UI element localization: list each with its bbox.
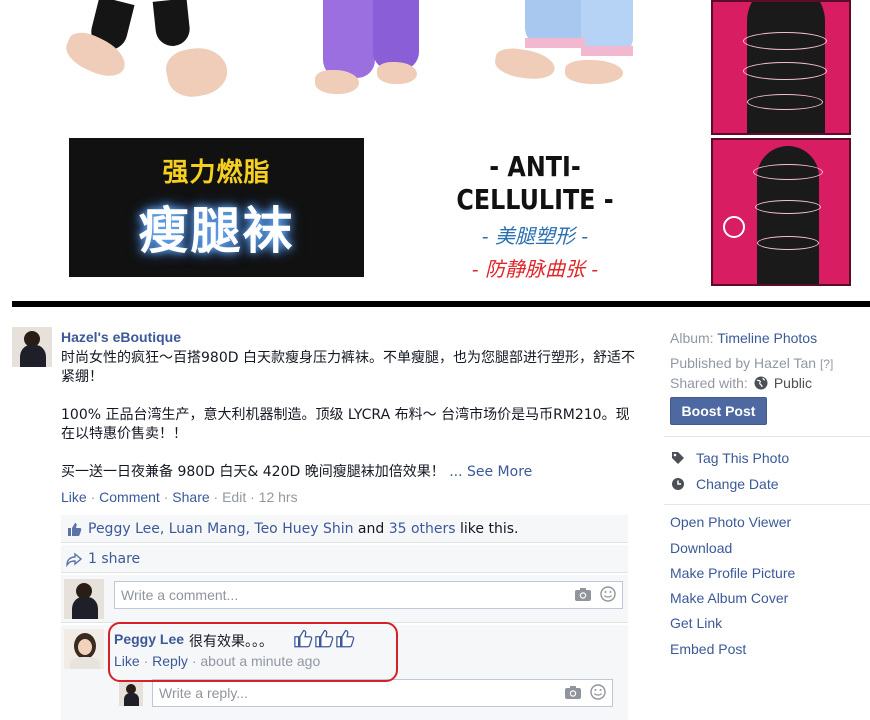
- comment-composer: Write a comment...: [61, 575, 628, 623]
- divider: [664, 504, 870, 505]
- like-this-text: like this.: [460, 521, 519, 537]
- post-text: 时尚女性的疯狂～百搭980D 白天款瘦身压力裤袜。不单瘦腿，也为您腿部进行塑形，…: [61, 349, 641, 482]
- post-paragraph: 时尚女性的疯狂～百搭980D 白天款瘦身压力裤袜。不单瘦腿，也为您腿部进行塑形，…: [61, 350, 635, 385]
- comment-link[interactable]: Comment: [99, 489, 160, 505]
- camera-icon[interactable]: [574, 586, 592, 602]
- post-timestamp[interactable]: 12 hrs: [259, 489, 298, 505]
- published-help-link[interactable]: [?]: [820, 357, 833, 371]
- globe-icon: [754, 376, 768, 390]
- post-action-bar: Like · Comment · Share · Edit · 12 hrs: [61, 489, 298, 505]
- edit-link[interactable]: Edit: [222, 489, 246, 505]
- clock-icon: [672, 478, 684, 490]
- open-photo-viewer-link[interactable]: Open Photo Viewer: [670, 514, 791, 530]
- smiley-icon[interactable]: [600, 586, 616, 602]
- brand-logo-icon: [723, 216, 745, 238]
- smiley-icon[interactable]: [590, 684, 606, 700]
- and-text: and: [357, 521, 385, 537]
- reply-input[interactable]: Write a reply...: [152, 679, 613, 707]
- shares-count-link[interactable]: 1 share: [88, 551, 140, 567]
- share-link[interactable]: Share: [172, 489, 209, 505]
- album-label: Album:: [670, 330, 714, 346]
- photo-divider: [12, 301, 870, 307]
- thumbs-up-icon: [68, 523, 82, 536]
- anti-varicose-subtitle: - 防静脉曲张 -: [471, 257, 599, 281]
- comment-placeholder: Write a comment...: [121, 587, 239, 603]
- album-name-link[interactable]: Timeline Photos: [717, 330, 817, 346]
- make-profile-picture-link[interactable]: Make Profile Picture: [670, 565, 795, 581]
- change-date-label: Change Date: [696, 476, 779, 492]
- separator: ·: [86, 489, 100, 505]
- comment-highlight-ring: [108, 622, 398, 682]
- reply-placeholder: Write a reply...: [159, 685, 248, 701]
- like-link[interactable]: Like: [61, 489, 87, 505]
- shared-with-value[interactable]: Public: [774, 373, 812, 393]
- pink-panel-side-view-image: [711, 138, 851, 286]
- embed-post-link[interactable]: Embed Post: [670, 641, 746, 657]
- separator: ·: [246, 489, 259, 505]
- legs-black-leggings-image: [55, 0, 232, 110]
- download-link[interactable]: Download: [670, 540, 732, 556]
- separator: ·: [209, 489, 223, 505]
- post-paragraph: 100% 正品台湾生产，意大利机器制造。顶级 LYCRA 布料～ 台湾市场价是马…: [61, 407, 630, 442]
- slim-socks-title-panel: 强力燃脂 瘦腿袜: [69, 138, 364, 277]
- pink-panel-back-view-image: [711, 0, 851, 135]
- product-photo[interactable]: 强力燃脂 瘦腿袜 - ANTI-CELLULITE - - 美腿塑形 - - 防…: [0, 0, 870, 300]
- shared-with-label: Shared with:: [670, 375, 748, 391]
- divider: [664, 436, 870, 437]
- legs-purple-socks-image: [255, 0, 435, 110]
- tag-photo-label: Tag This Photo: [696, 450, 790, 466]
- post-last-line: 买一送一日夜兼备 980D 白天& 420D 晚间瘦腿袜加倍效果！: [61, 464, 445, 480]
- tag-icon: [672, 452, 684, 464]
- change-date-item[interactable]: Change Date: [670, 476, 779, 492]
- photo-info-panel: Album: Timeline Photos Published by Haze…: [670, 328, 870, 393]
- likes-summary: Peggy Lee, Luan Mang, Teo Huey Shin and …: [61, 515, 628, 543]
- composer-avatar[interactable]: [64, 579, 104, 619]
- shares-summary: 1 share: [61, 545, 628, 573]
- others-like-link[interactable]: 35 others: [389, 521, 456, 537]
- share-arrow-icon: [66, 552, 82, 567]
- boost-post-button[interactable]: Boost Post: [670, 397, 767, 425]
- likers-names[interactable]: Peggy Lee, Luan Mang, Teo Huey Shin: [88, 521, 353, 537]
- anti-cellulite-text-panel: - ANTI-CELLULITE - - 美腿塑形 - - 防静脉曲张 -: [410, 150, 660, 282]
- panel-line-slim-socks: 瘦腿袜: [138, 202, 295, 260]
- get-link-link[interactable]: Get Link: [670, 615, 722, 631]
- leg-shaping-subtitle: - 美腿塑形 -: [481, 224, 589, 248]
- legs-blue-socks-image: [485, 0, 645, 110]
- panel-line-fat-burning: 强力燃脂: [162, 158, 271, 188]
- separator: ·: [159, 489, 173, 505]
- comment-input[interactable]: Write a comment...: [114, 581, 623, 609]
- make-album-cover-link[interactable]: Make Album Cover: [670, 590, 788, 606]
- see-more-link[interactable]: ... See More: [449, 464, 532, 480]
- commenter-avatar[interactable]: [64, 629, 104, 669]
- published-by: Published by Hazel Tan: [670, 355, 817, 371]
- page-avatar[interactable]: [12, 327, 52, 367]
- reply-avatar[interactable]: [119, 682, 143, 706]
- camera-icon[interactable]: [564, 684, 582, 700]
- tag-photo-item[interactable]: Tag This Photo: [670, 450, 789, 466]
- anti-cellulite-heading: - ANTI-CELLULITE -: [456, 150, 614, 216]
- post-author-link[interactable]: Hazel's eBoutique: [61, 329, 181, 345]
